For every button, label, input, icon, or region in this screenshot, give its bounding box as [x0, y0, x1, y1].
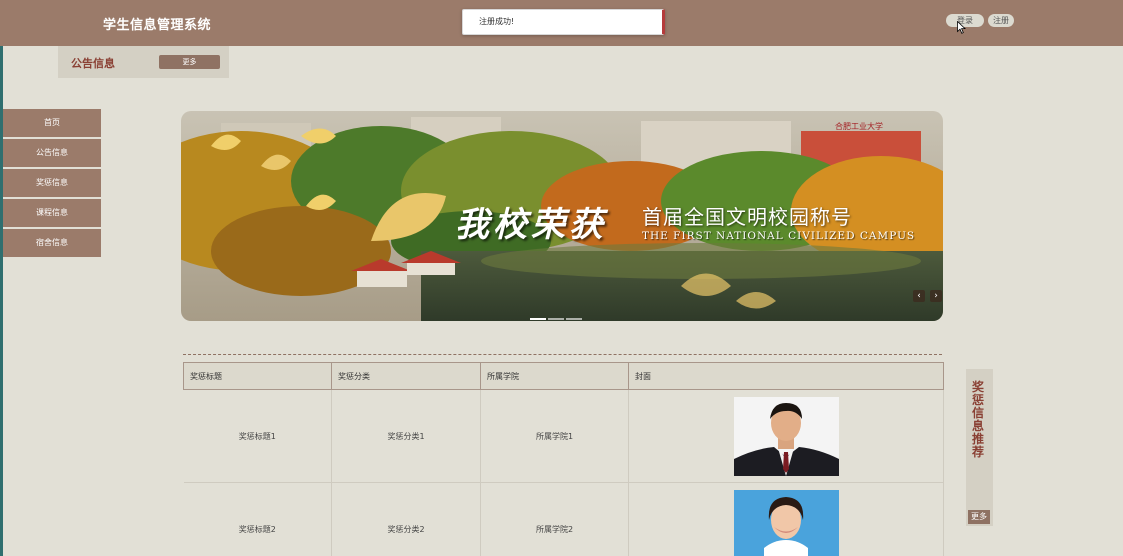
- cell-title: 奖惩标题1: [183, 389, 332, 483]
- sidebar-item-home[interactable]: 首页: [3, 109, 101, 137]
- rewards-table: 奖惩标题 奖惩分类 所属学院 封面 奖惩标题1 奖惩分类1 所属学院1 奖惩标题…: [183, 362, 944, 556]
- sidebar-item-notice[interactable]: 公告信息: [3, 139, 101, 167]
- column-header-college: 所属学院: [480, 362, 629, 390]
- sidebar-item-courses[interactable]: 课程信息: [3, 199, 101, 227]
- carousel-dot[interactable]: [530, 318, 546, 320]
- recommend-more-button[interactable]: 更多: [968, 510, 990, 524]
- column-header-category: 奖惩分类: [331, 362, 481, 390]
- cell-college: 所属学院1: [480, 389, 629, 483]
- cell-category: 奖惩分类2: [331, 482, 481, 556]
- banner-headline: 我校荣获: [455, 205, 607, 245]
- cell-college: 所属学院2: [480, 482, 629, 556]
- cover-photo-female[interactable]: [733, 489, 839, 556]
- cover-photo-male[interactable]: [733, 396, 839, 476]
- column-header-title: 奖惩标题: [183, 362, 332, 390]
- column-header-cover: 封面: [628, 362, 944, 390]
- recommend-title: 奖惩信息推荐: [972, 380, 985, 459]
- banner-english: THE FIRST NATIONAL CIVILIZED CAMPUS: [642, 230, 916, 242]
- notice-more-button[interactable]: 更多: [159, 55, 220, 69]
- chevron-right-icon[interactable]: ›: [930, 290, 942, 302]
- register-button[interactable]: 注册: [988, 14, 1014, 27]
- recommend-panel: 奖惩信息推荐 更多: [966, 369, 993, 526]
- sidebar-nav: 首页 公告信息 奖惩信息 课程信息 宿舍信息: [3, 109, 101, 259]
- toast-message: 注册成功!: [479, 17, 515, 26]
- success-toast: 注册成功!: [462, 9, 665, 35]
- sidebar-item-dorms[interactable]: 宿舍信息: [3, 229, 101, 257]
- notice-title: 公告信息: [71, 57, 115, 70]
- carousel-indicators: [530, 305, 584, 320]
- notice-panel: 公告信息 更多: [58, 46, 229, 78]
- cell-title: 奖惩标题2: [183, 482, 332, 556]
- cell-cover: [628, 482, 944, 556]
- top-header: 学生信息管理系统 注册成功! 登录 注册: [0, 0, 1123, 46]
- cell-category: 奖惩分类1: [331, 389, 481, 483]
- table-row[interactable]: 奖惩标题1 奖惩分类1 所属学院1: [183, 389, 944, 483]
- cell-cover: [628, 389, 944, 483]
- carousel-dot[interactable]: [566, 318, 582, 320]
- section-divider: [183, 354, 942, 355]
- table-row[interactable]: 奖惩标题2 奖惩分类2 所属学院2: [183, 482, 944, 556]
- sidebar-item-rewards[interactable]: 奖惩信息: [3, 169, 101, 197]
- mouse-cursor-icon: [957, 21, 966, 34]
- page: 学生信息管理系统 注册成功! 登录 注册 公告信息 更多 首页 公告信息 奖惩信…: [0, 0, 1123, 556]
- chevron-left-icon[interactable]: ‹: [913, 290, 925, 302]
- carousel-dot[interactable]: [548, 318, 564, 320]
- table-header-row: 奖惩标题 奖惩分类 所属学院 封面: [183, 362, 944, 390]
- system-title: 学生信息管理系统: [103, 18, 212, 33]
- banner-carousel[interactable]: 合肥工业大学 我校荣获 首届全国文明校园称号 THE FIRST NATIONA…: [181, 111, 943, 321]
- banner-subtitle: 首届全国文明校园称号: [642, 205, 852, 229]
- school-logo-text: 合肥工业大学: [835, 122, 883, 131]
